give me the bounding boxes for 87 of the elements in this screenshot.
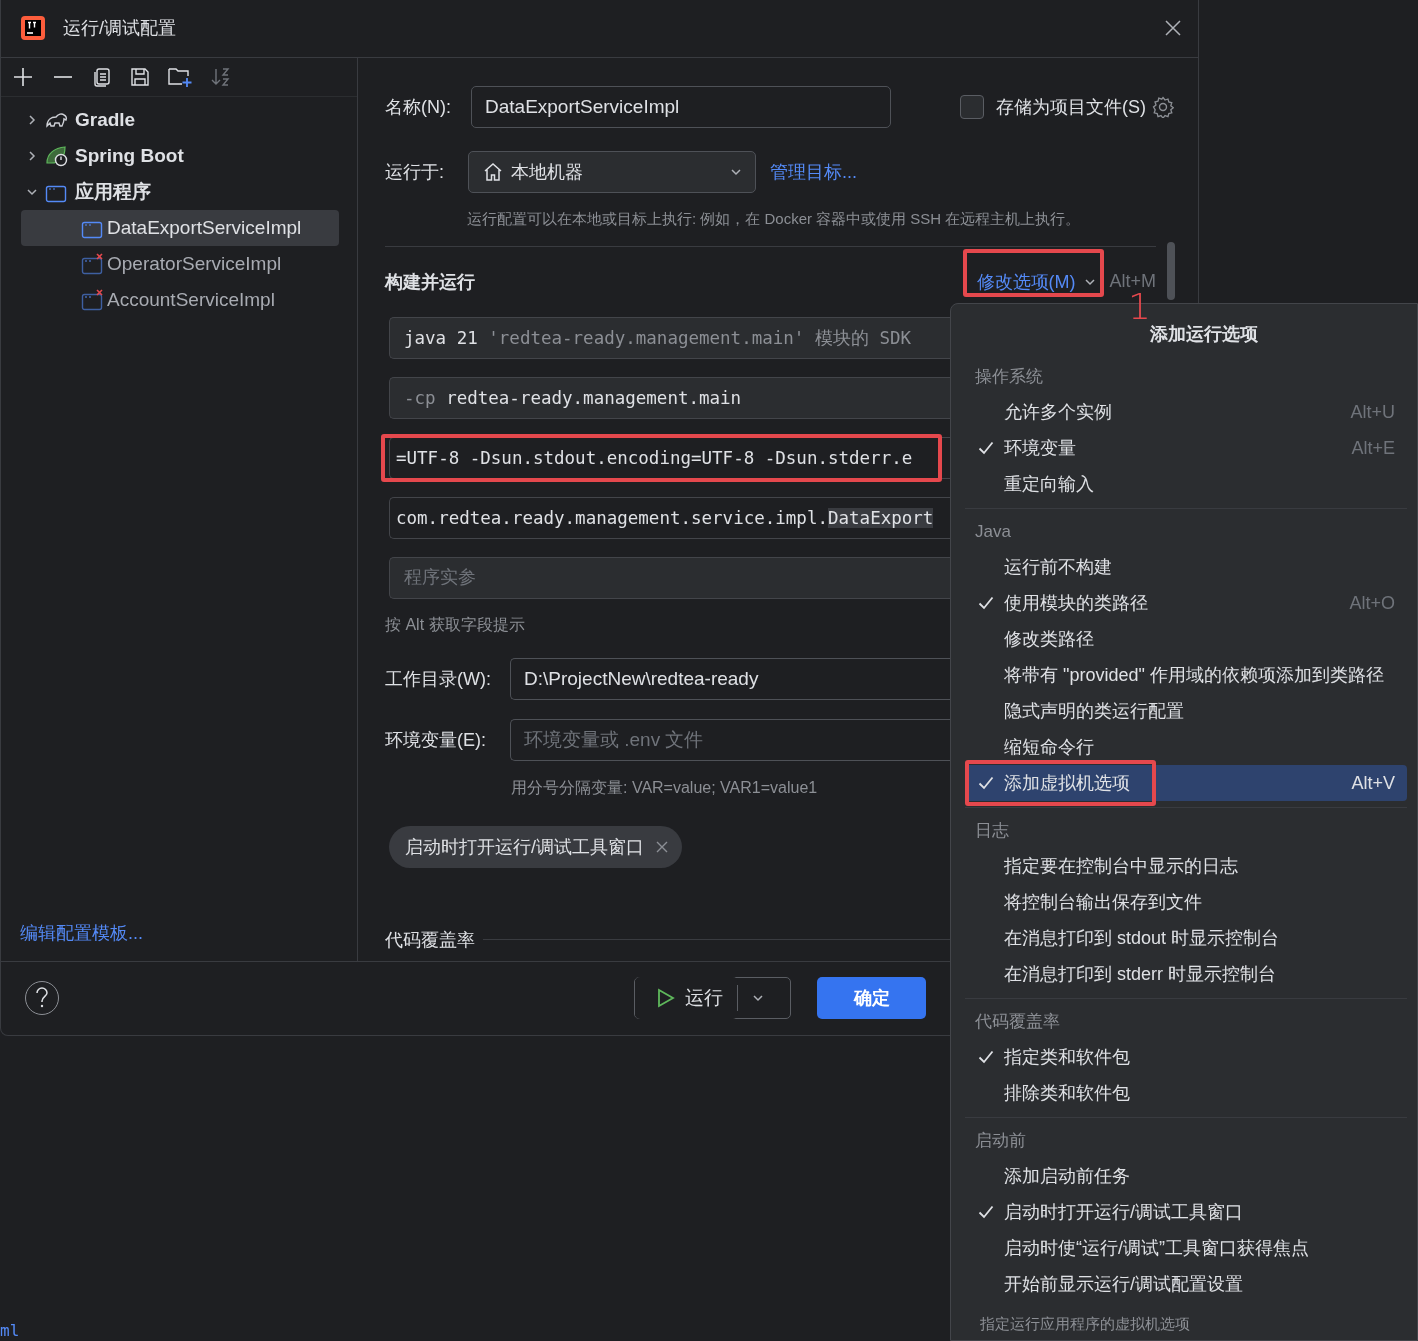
menu-item[interactable]: 隐式声明的类运行配置: [965, 693, 1407, 729]
field-label: 环境变量(E):: [385, 728, 487, 752]
window-title: 运行/调试配置: [63, 17, 177, 41]
env-vars-field[interactable]: 环境变量或 .env 文件: [511, 719, 950, 760]
menu-item[interactable]: 启动时使“运行/调试”工具窗口获得焦点: [965, 1230, 1407, 1266]
hint-text: 按 Alt 获取字段提示: [385, 614, 525, 635]
app-error-icon: [81, 252, 105, 275]
popup-title: 添加运行选项: [1150, 323, 1258, 345]
menu-item[interactable]: 排除类和软件包: [965, 1075, 1407, 1111]
check-icon: [978, 441, 994, 455]
sort-icon[interactable]: [210, 65, 232, 88]
annotation-number: 1: [1128, 293, 1151, 321]
edit-templates-link[interactable]: 编辑配置模板...: [20, 920, 143, 945]
hint-text: 运行配置可以在本地或目标上执行: 例如，在 Docker 容器中或使用 SSH 在远程主机上执行。: [467, 209, 1081, 229]
vm-field[interactable]: =UTF-8 -Dsun.stdout.encoding=UTF-8 -Dsun.stderr.e: [389, 436, 950, 479]
close-icon[interactable]: [1164, 19, 1182, 38]
menu-item[interactable]: 缩短命令行: [965, 729, 1407, 765]
sdk-text: java 21 'redtea-ready.management.main' 模块的 SDK: [404, 326, 912, 350]
tree-item[interactable]: AccountServiceImpl: [21, 281, 339, 318]
group-title: 日志: [974, 820, 1010, 842]
menu-item[interactable]: 将带有 "provided" 作用域的依赖项添加到类路径: [965, 657, 1407, 693]
field-label: 工作目录(W):: [385, 667, 492, 691]
tree-item[interactable]: DataExportServiceImpl: [21, 209, 339, 246]
group-title: Java: [974, 521, 1012, 543]
check-icon: [978, 596, 994, 610]
menu-item[interactable]: 将控制台输出保存到文件: [965, 884, 1407, 920]
menu-item[interactable]: 添加启动前任务: [965, 1158, 1407, 1194]
tree-item[interactable]: 应用程序: [21, 173, 339, 210]
menu-item[interactable]: 运行前不构建: [965, 549, 1407, 585]
sdk-field[interactable]: java 21 'redtea-ready.management.main' 模块的 SDK: [389, 316, 950, 359]
question-icon: [35, 987, 49, 1010]
scrollbar[interactable]: [1167, 241, 1175, 300]
leaf-power-icon: [45, 144, 69, 167]
menu-item[interactable]: 环境变量 Alt+E: [965, 430, 1407, 466]
menu-item[interactable]: 允许多个实例 Alt+U: [965, 394, 1407, 430]
check-icon: [978, 1050, 994, 1064]
close-icon[interactable]: [656, 840, 668, 853]
check-icon: [978, 776, 994, 790]
group-title: 代码覆盖率: [974, 1011, 1061, 1033]
copy-icon[interactable]: [92, 66, 112, 87]
section-title: 代码覆盖率: [385, 928, 475, 952]
classpath-field[interactable]: -cp redtea-ready.management.main: [389, 376, 950, 419]
menu-item[interactable]: 启动时打开运行/调试工具窗口: [965, 1194, 1407, 1230]
hint-text: 用分号分隔变量: VAR=value; VAR1=value1: [511, 777, 818, 798]
tree-item[interactable]: Spring Boot: [21, 137, 339, 174]
name-field[interactable]: DataExportServiceImpl: [472, 86, 890, 127]
new-folder-icon[interactable]: [168, 65, 192, 88]
checkbox-label: 存储为项目文件(S): [996, 95, 1146, 119]
menu-item[interactable]: 在消息打印到 stderr 时显示控制台: [965, 956, 1407, 992]
home-icon: [483, 161, 503, 182]
checkbox[interactable]: [960, 94, 984, 119]
tree-item[interactable]: OperatorServiceImpl: [21, 245, 339, 282]
field-label: 运行于:: [385, 160, 445, 184]
app-error-icon: [81, 288, 105, 311]
play-icon: [657, 988, 675, 1009]
manage-targets-link[interactable]: 管理目标...: [770, 159, 857, 184]
field-label: 名称(N):: [385, 95, 452, 119]
group-title: 操作系统: [974, 366, 1044, 388]
menu-item[interactable]: 指定要在控制台中显示的日志: [965, 848, 1407, 884]
target-dropdown[interactable]: 本地机器: [468, 150, 756, 193]
hint-text: 指定运行应用程序的虚拟机选项: [979, 1315, 1191, 1334]
section-title: 构建并运行: [385, 270, 476, 294]
option-tag[interactable]: 启动时打开运行/调试工具窗口: [389, 825, 682, 868]
main-field[interactable]: com.redtea.ready.management.service.impl.DataExport: [389, 496, 950, 539]
main-class-text: com.redtea.ready.management.service.impl.DataExport: [396, 507, 934, 528]
gear-icon[interactable]: [1152, 95, 1174, 118]
editor-text: ml: [0, 1322, 20, 1340]
args-field[interactable]: 程序实参: [390, 557, 950, 598]
working-directory-field[interactable]: D:\ProjectNew\redtea-ready: [511, 658, 950, 699]
group-title: 启动前: [974, 1130, 1027, 1152]
modify-options-link[interactable]: 修改选项(M): [976, 269, 1076, 294]
menu-item[interactable]: 指定类和软件包: [965, 1039, 1407, 1075]
menu-item[interactable]: 使用模块的类路径 Alt+O: [965, 585, 1407, 621]
check-icon: [978, 1205, 994, 1219]
ok-button[interactable]: 确定: [817, 977, 926, 1020]
add-icon[interactable]: [12, 65, 34, 88]
menu-item[interactable]: 重定向输入: [965, 466, 1407, 502]
vm-options-text: =UTF-8 -Dsun.stdout.encoding=UTF-8 -Dsun.stderr.e: [396, 447, 913, 468]
classpath-text: -cp redtea-ready.management.main: [404, 387, 742, 408]
save-icon[interactable]: [130, 66, 150, 87]
menu-item[interactable]: 在消息打印到 stdout 时显示控制台: [965, 920, 1407, 956]
run-button[interactable]: 运行: [635, 977, 738, 1020]
app-logo-icon: [21, 16, 45, 41]
tree-item[interactable]: Gradle: [21, 101, 339, 138]
shortcut-text: Alt+M: [1109, 271, 1156, 293]
menu-item[interactable]: 开始前显示运行/调试配置设置: [965, 1266, 1407, 1302]
menu-item[interactable]: 修改类路径: [965, 621, 1407, 657]
